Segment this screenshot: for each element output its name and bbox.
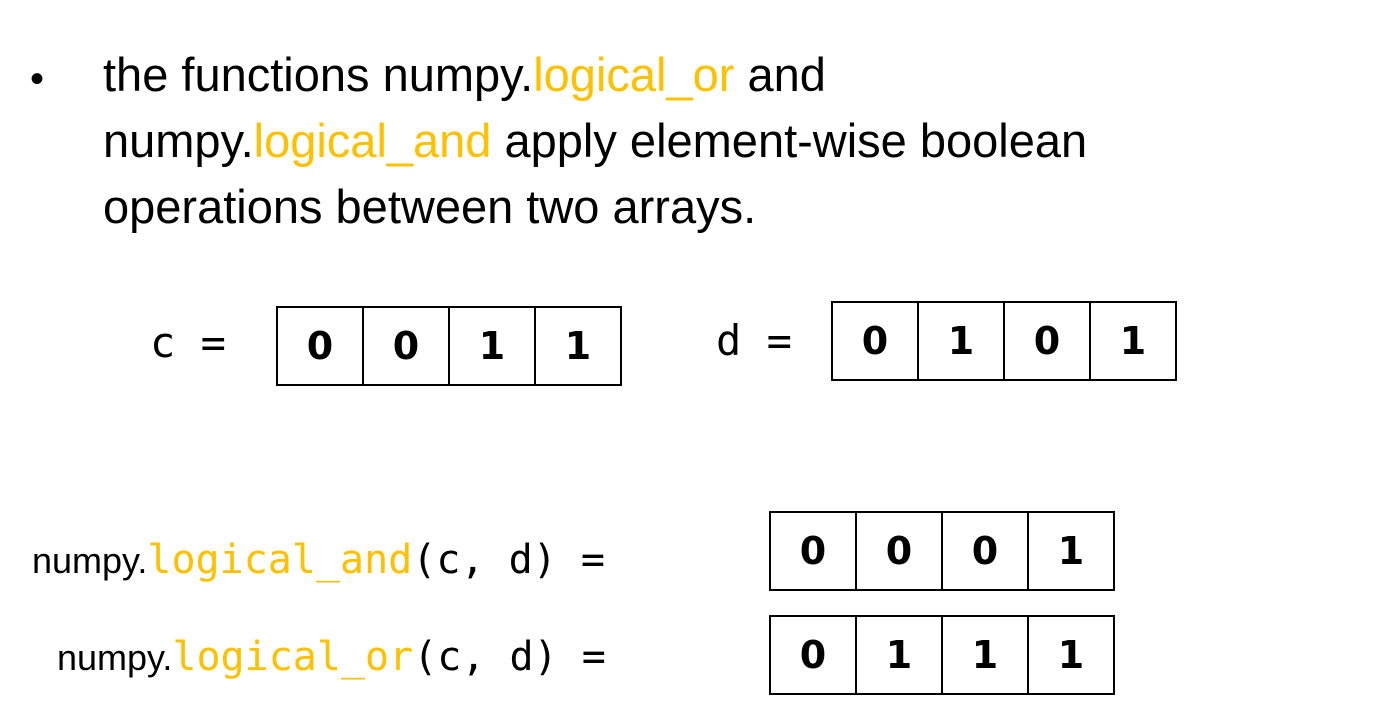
logical-or-result-cell: 1 xyxy=(857,617,943,693)
logical-and-expression: numpy.logical_and(c, d) = xyxy=(32,530,605,599)
array-d-cell: 0 xyxy=(1005,303,1091,379)
logical-and-result-array: 0 0 0 1 xyxy=(769,511,1115,591)
logical-and-result-cell: 0 xyxy=(771,513,857,589)
logical-or-func: logical_or xyxy=(172,634,414,680)
logical-and-result-cell: 0 xyxy=(943,513,1029,589)
logical-or-result-cell: 1 xyxy=(1029,617,1115,693)
bullet-line-1-prefix: the functions numpy. xyxy=(103,48,534,101)
array-d-cell: 1 xyxy=(1091,303,1177,379)
array-d: 0 1 0 1 xyxy=(831,301,1177,381)
logical-and-prefix: numpy. xyxy=(32,540,148,581)
array-c-cell: 0 xyxy=(364,308,450,384)
array-c-cell: 0 xyxy=(278,308,364,384)
logical-and-func: logical_and xyxy=(147,537,413,583)
logical-or-result-cell: 0 xyxy=(771,617,857,693)
bullet-text: the functions numpy.logical_or and numpy… xyxy=(103,42,1087,240)
logical-or-expression: numpy.logical_or(c, d) = xyxy=(57,627,606,696)
logical-and-args: (c, d) = xyxy=(412,537,605,583)
logical-or-highlight: logical_or xyxy=(533,48,735,101)
logical-and-result-cell: 1 xyxy=(1029,513,1115,589)
array-c-cell: 1 xyxy=(450,308,536,384)
bullet-line-1: the functions numpy.logical_or and xyxy=(103,42,1087,108)
array-c-label: c = xyxy=(150,318,226,367)
bullet-line-3: operations between two arrays. xyxy=(103,180,757,233)
bullet-marker: • xyxy=(30,57,45,101)
array-d-cell: 0 xyxy=(833,303,919,379)
logical-and-result-cell: 0 xyxy=(857,513,943,589)
bullet-line-2-prefix: numpy. xyxy=(103,114,254,167)
bullet-line-2-suffix: apply element-wise boolean xyxy=(491,114,1088,167)
logical-or-args: (c, d) = xyxy=(413,634,606,680)
array-c: 0 0 1 1 xyxy=(276,306,622,386)
logical-and-highlight: logical_and xyxy=(253,114,492,167)
array-d-label: d = xyxy=(716,316,792,365)
array-c-cell: 1 xyxy=(536,308,622,384)
logical-or-result-array: 0 1 1 1 xyxy=(769,615,1115,695)
logical-or-prefix: numpy. xyxy=(57,637,173,678)
bullet-line-1-suffix: and xyxy=(734,48,826,101)
logical-or-result-cell: 1 xyxy=(943,617,1029,693)
bullet-line-2: numpy.logical_and apply element-wise boo… xyxy=(103,108,1087,174)
array-d-cell: 1 xyxy=(919,303,1005,379)
